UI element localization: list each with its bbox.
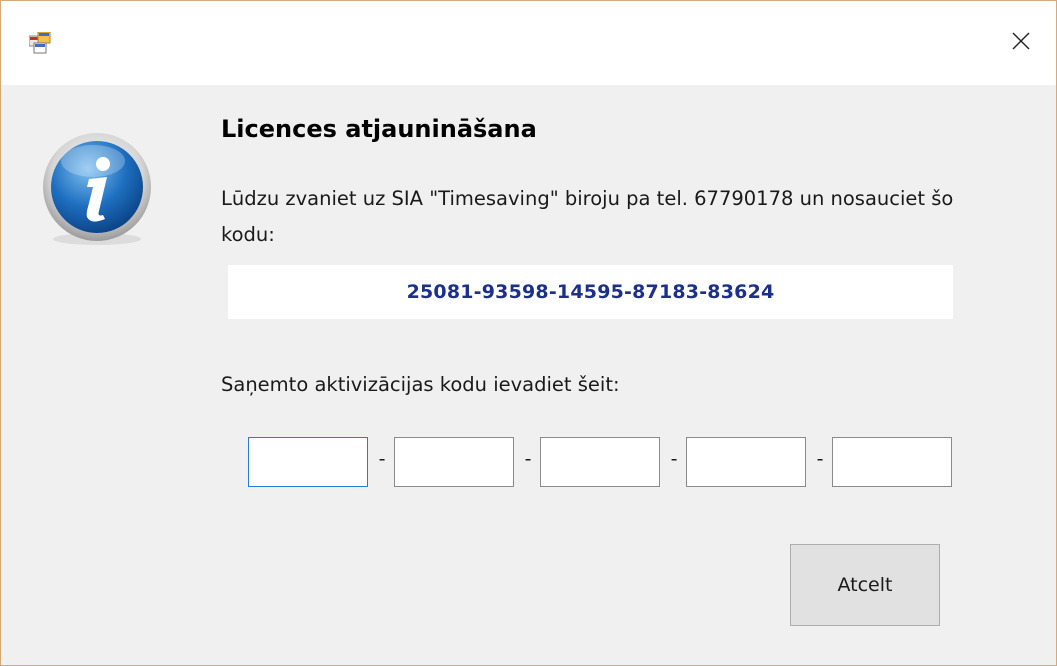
close-icon [1012, 32, 1030, 54]
code-separator: - [378, 448, 386, 470]
code-separator: - [816, 448, 824, 470]
activation-code-field-3[interactable] [540, 437, 660, 487]
activation-code-field-2[interactable] [394, 437, 514, 487]
code-separator: - [524, 448, 532, 470]
instructions-text: Lūdzu zvaniet uz SIA "Timesaving" biroju… [221, 187, 954, 246]
app-window-icon [28, 31, 53, 54]
request-code-display: 25081-93598-14595-87183-83624 [228, 265, 953, 319]
code-separator: - [670, 448, 678, 470]
license-renewal-dialog: Licences atjaunināšana Lūdzu zvaniet uz … [0, 0, 1057, 666]
activation-code-field-1[interactable] [248, 437, 368, 487]
dialog-heading: Licences atjaunināšana [221, 115, 537, 143]
title-bar [1, 1, 1056, 85]
info-icon [37, 131, 157, 251]
activation-code-field-4[interactable] [686, 437, 806, 487]
activation-code-label: Saņemto aktivizācijas kodu ievadiet šeit… [221, 373, 620, 396]
cancel-button[interactable]: Atcelt [790, 544, 940, 626]
activation-code-field-5[interactable] [832, 437, 952, 487]
close-button[interactable] [986, 1, 1056, 85]
